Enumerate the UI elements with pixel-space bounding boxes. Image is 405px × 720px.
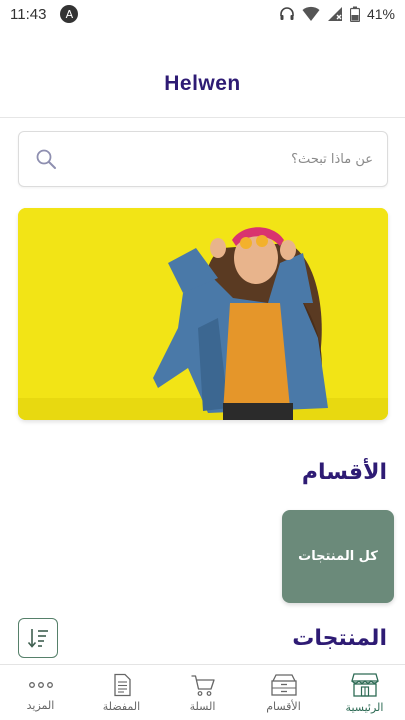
products-heading: المنتجات bbox=[292, 626, 387, 651]
nav-label-more: المزيد bbox=[26, 698, 55, 712]
category-card-label: كل المنتجات bbox=[298, 549, 378, 564]
nav-item-home[interactable]: الرئيسية bbox=[324, 665, 405, 720]
nav-label-favorites: المفضلة bbox=[102, 699, 141, 713]
archive-box-icon bbox=[270, 673, 297, 696]
battery-percentage: 41% bbox=[366, 6, 395, 22]
app-notification-icon: A bbox=[60, 5, 79, 23]
status-icons: 41% bbox=[279, 6, 395, 22]
search-icon[interactable] bbox=[35, 148, 57, 170]
app-title: Helwen bbox=[164, 71, 241, 95]
search-bar[interactable]: عن ماذا تبحث؟ bbox=[18, 131, 388, 187]
status-time: 11:43 bbox=[10, 5, 47, 23]
app-bar: Helwen bbox=[0, 28, 405, 118]
status-bar: 11:43 A 41% bbox=[0, 0, 405, 28]
bottom-navigation: المزيد المفضلة السلة الأقسام الرئيسية bbox=[0, 664, 405, 720]
sort-button[interactable] bbox=[18, 618, 58, 658]
store-icon bbox=[350, 672, 379, 697]
category-card-all-products[interactable]: كل المنتجات bbox=[282, 510, 394, 603]
signal-icon bbox=[327, 7, 342, 21]
nav-label-home: الرئيسية bbox=[345, 700, 384, 714]
nav-item-categories[interactable]: الأقسام bbox=[243, 665, 324, 720]
headphones-icon bbox=[280, 7, 294, 20]
app-screen: 11:43 A 41% Helwen عن ماذا تبحث؟ الأقسام… bbox=[0, 0, 405, 720]
nav-item-cart[interactable]: السلة bbox=[162, 665, 243, 720]
wifi-icon bbox=[302, 6, 320, 21]
document-icon bbox=[113, 673, 131, 696]
promo-banner[interactable] bbox=[18, 208, 388, 420]
nav-item-more[interactable]: المزيد bbox=[0, 665, 81, 720]
more-dots-icon bbox=[28, 681, 53, 688]
nav-label-categories: الأقسام bbox=[266, 699, 301, 713]
categories-heading: الأقسام bbox=[301, 460, 387, 485]
nav-label-cart: السلة bbox=[189, 699, 216, 713]
sort-icon bbox=[27, 629, 48, 648]
cart-icon bbox=[191, 674, 215, 696]
nav-item-favorites[interactable]: المفضلة bbox=[81, 665, 162, 720]
battery-icon bbox=[349, 6, 360, 22]
banner-photo bbox=[18, 208, 388, 420]
search-input[interactable]: عن ماذا تبحث؟ bbox=[291, 152, 373, 167]
